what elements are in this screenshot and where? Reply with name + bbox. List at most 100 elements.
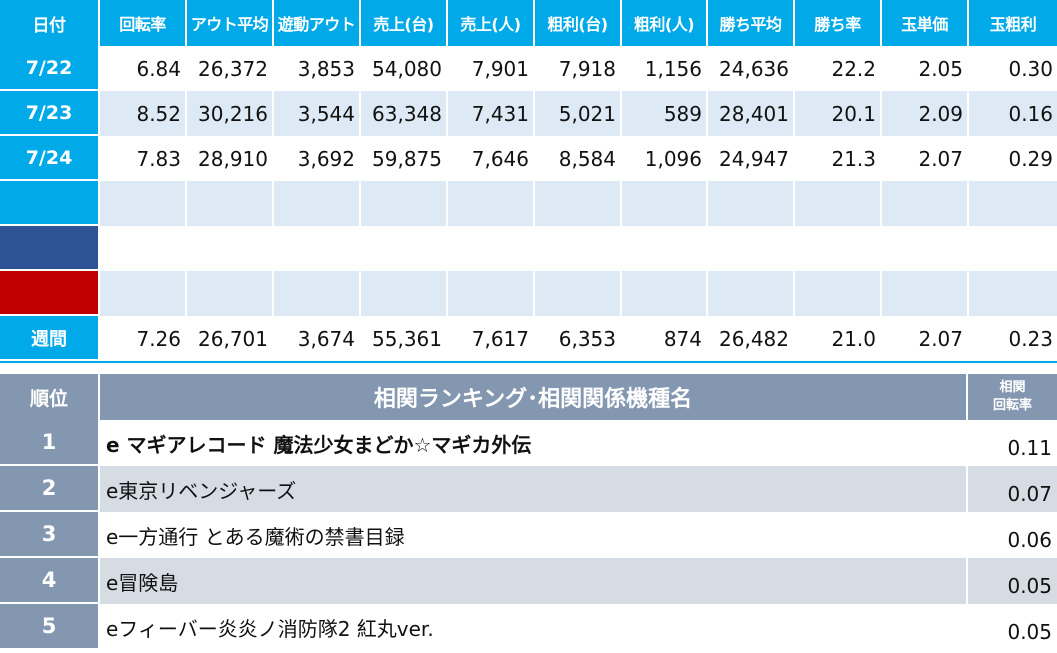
cell-empty bbox=[361, 181, 448, 226]
cell-empty bbox=[274, 226, 361, 271]
cell-empty bbox=[187, 181, 274, 226]
table-row: 7/22 6.84 26,372 3,853 54,080 7,901 7,91… bbox=[0, 46, 1057, 91]
cell-empty bbox=[969, 271, 1057, 316]
cell-empty bbox=[622, 181, 708, 226]
cell-value: 589 bbox=[622, 91, 708, 136]
list-item: 4 e冒険島 0.05 bbox=[0, 558, 1057, 604]
spreadsheet-report: 日付 回転率 アウト平均 遊動アウト 売上(台) 売上(人) 粗利(台) 粗利(… bbox=[0, 0, 1057, 653]
row-label-red-swatch bbox=[0, 271, 100, 316]
cell-value: 3,853 bbox=[274, 46, 361, 91]
rank-number: 2 bbox=[0, 466, 100, 512]
total-value: 874 bbox=[622, 316, 708, 361]
cell-empty bbox=[535, 226, 622, 271]
total-value: 26,701 bbox=[187, 316, 274, 361]
correlation-value: 0.11 bbox=[968, 420, 1057, 466]
cell-empty bbox=[274, 271, 361, 316]
correlation-ranking-table: 順位 相関ランキング･相関関係機種名 相関 回転率 1 e マギアレコード 魔法… bbox=[0, 374, 1057, 650]
total-value: 3,674 bbox=[274, 316, 361, 361]
cell-value: 7,431 bbox=[448, 91, 535, 136]
cell-empty bbox=[708, 271, 795, 316]
cell-value: 63,348 bbox=[361, 91, 448, 136]
cell-empty bbox=[969, 181, 1057, 226]
cell-value: 22.2 bbox=[795, 46, 882, 91]
correlation-value: 0.06 bbox=[968, 512, 1057, 558]
cell-empty bbox=[882, 181, 969, 226]
cell-empty bbox=[708, 181, 795, 226]
row-label-blue-swatch bbox=[0, 226, 100, 271]
cell-value: 24,947 bbox=[708, 136, 795, 181]
cell-value: 2.07 bbox=[882, 136, 969, 181]
header-line-2: 回転率 bbox=[992, 398, 1032, 413]
machine-name: eフィーバー炎炎ノ消防隊2 紅丸ver. bbox=[100, 604, 968, 650]
cell-empty bbox=[795, 271, 882, 316]
cell-value: 3,692 bbox=[274, 136, 361, 181]
cell-value: 6.84 bbox=[100, 46, 187, 91]
ranking-title: 相関ランキング･相関関係機種名 bbox=[100, 374, 968, 420]
cell-empty bbox=[969, 226, 1057, 271]
row-date-empty bbox=[0, 181, 100, 226]
cell-empty bbox=[882, 271, 969, 316]
cell-empty bbox=[100, 181, 187, 226]
table-row: 7/23 8.52 30,216 3,544 63,348 7,431 5,02… bbox=[0, 91, 1057, 136]
rank-number: 5 bbox=[0, 604, 100, 650]
cell-value: 1,096 bbox=[622, 136, 708, 181]
list-item: 1 e マギアレコード 魔法少女まどか☆マギカ外伝 0.11 bbox=[0, 420, 1057, 466]
total-value: 6,353 bbox=[535, 316, 622, 361]
cell-value: 7.83 bbox=[100, 136, 187, 181]
list-item: 3 e一方通行 とある魔術の禁書目録 0.06 bbox=[0, 512, 1057, 558]
cell-empty bbox=[622, 271, 708, 316]
rank-number: 3 bbox=[0, 512, 100, 558]
list-item: 5 eフィーバー炎炎ノ消防隊2 紅丸ver. 0.05 bbox=[0, 604, 1057, 650]
daily-stats-table: 日付 回転率 アウト平均 遊動アウト 売上(台) 売上(人) 粗利(台) 粗利(… bbox=[0, 0, 1057, 363]
header-sales-per-machine: 売上(台) bbox=[361, 0, 448, 46]
total-value: 7,617 bbox=[448, 316, 535, 361]
machine-name: e東京リベンジャーズ bbox=[100, 466, 968, 512]
cell-value: 2.09 bbox=[882, 91, 969, 136]
row-date: 7/22 bbox=[0, 46, 100, 91]
cell-empty bbox=[448, 181, 535, 226]
header-date: 日付 bbox=[0, 0, 100, 46]
cell-empty bbox=[100, 226, 187, 271]
header-profit-per-person: 粗利(人) bbox=[622, 0, 708, 46]
header-correlation-spin-rate: 相関 回転率 bbox=[968, 374, 1057, 420]
cell-empty bbox=[622, 226, 708, 271]
header-win-rate: 勝ち率 bbox=[795, 0, 882, 46]
cell-value: 7,646 bbox=[448, 136, 535, 181]
cell-empty bbox=[274, 181, 361, 226]
cell-value: 3,544 bbox=[274, 91, 361, 136]
row-date: 7/23 bbox=[0, 91, 100, 136]
cell-value: 28,910 bbox=[187, 136, 274, 181]
cell-value: 8,584 bbox=[535, 136, 622, 181]
cell-empty bbox=[535, 181, 622, 226]
header-play-out: 遊動アウト bbox=[274, 0, 361, 46]
cell-value: 0.30 bbox=[969, 46, 1057, 91]
cell-value: 20.1 bbox=[795, 91, 882, 136]
cell-value: 21.3 bbox=[795, 136, 882, 181]
table-row: 7/24 7.83 28,910 3,692 59,875 7,646 8,58… bbox=[0, 136, 1057, 181]
total-value: 26,482 bbox=[708, 316, 795, 361]
cell-empty bbox=[448, 271, 535, 316]
total-value: 2.07 bbox=[882, 316, 969, 361]
total-value: 55,361 bbox=[361, 316, 448, 361]
cell-empty bbox=[448, 226, 535, 271]
header-sales-per-person: 売上(人) bbox=[448, 0, 535, 46]
total-value: 0.23 bbox=[969, 316, 1057, 361]
cell-empty bbox=[795, 226, 882, 271]
cell-value: 59,875 bbox=[361, 136, 448, 181]
header-rank: 順位 bbox=[0, 374, 100, 420]
header-ball-price: 玉単価 bbox=[882, 0, 969, 46]
total-value: 7.26 bbox=[100, 316, 187, 361]
cell-empty bbox=[100, 271, 187, 316]
cell-empty bbox=[187, 226, 274, 271]
machine-name: e マギアレコード 魔法少女まどか☆マギカ外伝 bbox=[100, 420, 968, 466]
row-date: 7/24 bbox=[0, 136, 100, 181]
correlation-value: 0.05 bbox=[968, 604, 1057, 650]
cell-value: 8.52 bbox=[100, 91, 187, 136]
list-item: 2 e東京リベンジャーズ 0.07 bbox=[0, 466, 1057, 512]
stats-header-row: 日付 回転率 アウト平均 遊動アウト 売上(台) 売上(人) 粗利(台) 粗利(… bbox=[0, 0, 1057, 46]
cell-value: 7,901 bbox=[448, 46, 535, 91]
cell-empty bbox=[708, 226, 795, 271]
rank-number: 1 bbox=[0, 420, 100, 466]
weekly-total-row: 週間 7.26 26,701 3,674 55,361 7,617 6,353 … bbox=[0, 316, 1057, 363]
header-ball-profit: 玉粗利 bbox=[969, 0, 1057, 46]
